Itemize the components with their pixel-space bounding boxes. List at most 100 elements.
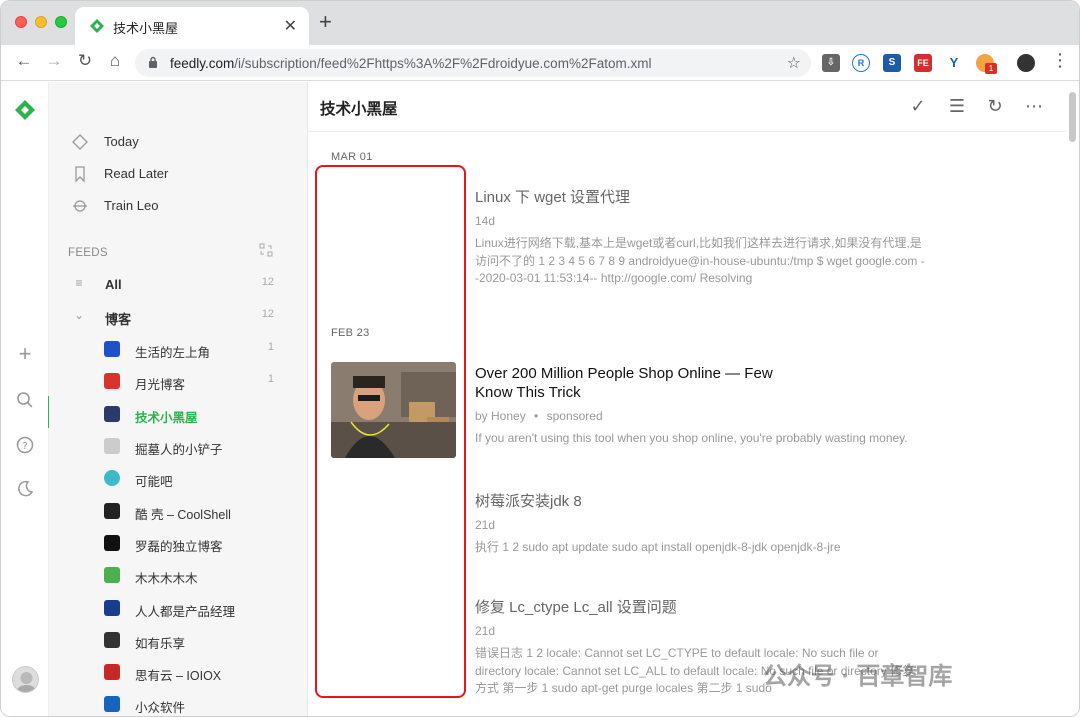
s-extension-icon[interactable]: S bbox=[883, 54, 901, 72]
tab-bar: 技术小黑屋 ✕ + bbox=[1, 1, 1079, 45]
svg-text:?: ? bbox=[22, 441, 27, 452]
minimize-window-button[interactable] bbox=[35, 16, 47, 28]
subscription-count: 1 bbox=[267, 341, 274, 353]
feed-favicon-icon bbox=[104, 503, 120, 519]
article-age: 21d bbox=[475, 624, 496, 638]
r-extension-icon[interactable]: R bbox=[852, 54, 870, 72]
subscription-item[interactable]: 可能吧 bbox=[49, 462, 307, 494]
feed-favicon-icon bbox=[104, 567, 120, 583]
feeds-sidebar: Today Read Later Train Leo FEEDS ≡ All 1… bbox=[49, 82, 308, 716]
organize-feeds-icon[interactable] bbox=[259, 243, 273, 257]
night-mode-moon-icon[interactable] bbox=[15, 479, 35, 499]
highlight-annotation-box bbox=[315, 165, 466, 698]
feedly-logo-icon[interactable] bbox=[14, 99, 36, 121]
nav-today-label: Today bbox=[104, 134, 139, 149]
new-tab-button[interactable]: + bbox=[319, 11, 332, 33]
article-item[interactable]: Linux 下 wget 设置代理 14d Linux进行网络下载,基本上是wg… bbox=[475, 188, 925, 288]
article-title[interactable]: 树莓派安装jdk 8 bbox=[475, 492, 925, 511]
subscription-item[interactable]: 思有云 – IOIOX bbox=[49, 656, 307, 688]
feed-favicon-icon bbox=[104, 341, 120, 357]
nav-today[interactable]: Today bbox=[49, 126, 307, 158]
subscription-label: 掘墓人的小铲子 bbox=[135, 443, 223, 457]
back-arrow-icon[interactable]: ← bbox=[13, 51, 35, 71]
download-extension-icon[interactable]: ⇩ bbox=[822, 54, 840, 72]
article-title[interactable]: 修复 Lc_ctype Lc_all 设置问题 bbox=[475, 598, 925, 617]
subscription-item[interactable]: 小众软件 bbox=[49, 688, 307, 716]
scrollbar[interactable] bbox=[1069, 92, 1076, 142]
tab-close-icon[interactable]: ✕ bbox=[284, 16, 297, 36]
bookmark-icon bbox=[75, 166, 85, 183]
url-text: feedly.com/i/subscription/feed%2Fhttps%3… bbox=[170, 56, 652, 71]
more-options-icon[interactable]: ⋯ bbox=[1023, 95, 1045, 117]
chevron-down-icon[interactable]: ⌄ bbox=[71, 308, 87, 322]
page-title: 技术小黑屋 bbox=[320, 101, 398, 118]
feed-group-count: 12 bbox=[261, 308, 274, 320]
browser-menu-icon[interactable]: ⋮ bbox=[1051, 50, 1069, 71]
subscription-item[interactable]: 月光博客 1 bbox=[49, 365, 307, 397]
sponsored-article-item[interactable]: Over 200 Million People Shop Online — Fe… bbox=[475, 364, 908, 448]
nav-read-later[interactable]: Read Later bbox=[49, 158, 307, 190]
nav-read-later-label: Read Later bbox=[104, 166, 169, 181]
search-icon[interactable] bbox=[15, 390, 35, 410]
subscription-label: 小众软件 bbox=[135, 701, 186, 715]
feed-all[interactable]: ≡ All 12 bbox=[49, 268, 307, 300]
subscription-label: 思有云 – IOIOX bbox=[135, 669, 222, 683]
feedly-favicon-icon bbox=[90, 19, 104, 33]
feed-all-label: All bbox=[105, 277, 122, 292]
subscription-item[interactable]: 生活的左上角 1 bbox=[49, 333, 307, 365]
subscription-label: 可能吧 bbox=[135, 475, 173, 489]
user-avatar[interactable] bbox=[12, 666, 39, 693]
article-title[interactable]: Linux 下 wget 设置代理 bbox=[475, 188, 925, 207]
help-icon[interactable]: ? bbox=[15, 435, 35, 455]
bookmark-star-icon[interactable]: ☆ bbox=[787, 53, 801, 73]
subscription-item[interactable]: 如有乐享 bbox=[49, 624, 307, 656]
browser-tab[interactable]: 技术小黑屋 ✕ bbox=[75, 7, 309, 45]
feed-favicon-icon bbox=[104, 406, 120, 422]
refresh-icon[interactable]: ↻ bbox=[984, 95, 1006, 117]
list-icon: ≡ bbox=[75, 276, 83, 290]
add-content-icon[interactable]: + bbox=[15, 343, 35, 365]
profile-avatar[interactable] bbox=[1017, 54, 1035, 72]
article-summary: If you aren't using this tool when you s… bbox=[475, 431, 908, 445]
subscription-item[interactable]: 人人都是产品经理 bbox=[49, 592, 307, 624]
feed-favicon-icon bbox=[104, 438, 120, 454]
subscription-label: 生活的左上角 bbox=[135, 346, 211, 360]
article-meta: by Honey • sponsored bbox=[475, 409, 795, 423]
date-header: MAR 01 bbox=[331, 151, 373, 163]
left-rail: + ? bbox=[1, 82, 51, 716]
subscription-item[interactable]: 掘墓人的小铲子 bbox=[49, 430, 307, 462]
reload-icon[interactable]: ↻ bbox=[74, 51, 96, 71]
article-age: 21d bbox=[475, 518, 496, 532]
y-extension-icon[interactable]: Y bbox=[945, 54, 963, 72]
subscription-label: 技术小黑屋 bbox=[135, 411, 198, 425]
leo-robot-icon bbox=[73, 200, 87, 212]
fe-extension-icon[interactable]: FE bbox=[914, 54, 932, 72]
subscription-label: 酷 壳 – CoolShell bbox=[135, 508, 231, 522]
maximize-window-button[interactable] bbox=[55, 16, 67, 28]
article-summary: Linux进行网络下载,基本上是wget或者curl,比如我们这样去进行请求,如… bbox=[475, 236, 925, 285]
feed-favicon-icon bbox=[104, 470, 120, 486]
mark-as-read-check-icon[interactable]: ✓ bbox=[907, 95, 929, 117]
feed-group[interactable]: ⌄ 博客 12 bbox=[49, 300, 307, 332]
feed-favicon-icon bbox=[104, 373, 120, 389]
forward-arrow-icon[interactable]: → bbox=[43, 51, 65, 71]
subscription-label: 木木木木木 bbox=[135, 572, 198, 586]
subscription-item[interactable]: 木木木木木 bbox=[49, 559, 307, 591]
subscription-item[interactable]: 罗磊的独立博客 bbox=[49, 527, 307, 559]
nav-train-leo[interactable]: Train Leo bbox=[49, 190, 307, 222]
feed-favicon-icon bbox=[104, 535, 120, 551]
article-title[interactable]: Over 200 Million People Shop Online — Fe… bbox=[475, 364, 795, 402]
article-item[interactable]: 树莓派安装jdk 8 21d 执行 1 2 sudo apt update su… bbox=[475, 492, 925, 557]
lock-icon bbox=[149, 56, 157, 68]
home-icon[interactable]: ⌂ bbox=[104, 51, 126, 71]
subscription-item[interactable]: 酷 壳 – CoolShell bbox=[49, 495, 307, 527]
address-bar[interactable]: feedly.com/i/subscription/feed%2Fhttps%3… bbox=[135, 49, 811, 77]
feeds-header: FEEDS bbox=[68, 247, 108, 259]
feed-favicon-icon bbox=[104, 664, 120, 680]
avatar-icon bbox=[16, 672, 37, 692]
tab-title: 技术小黑屋 bbox=[113, 21, 179, 36]
close-window-button[interactable] bbox=[15, 16, 27, 28]
subscription-item-active[interactable]: 技术小黑屋 bbox=[49, 398, 307, 430]
article-author: by Honey bbox=[475, 409, 526, 423]
layout-list-icon[interactable]: ☰ bbox=[946, 95, 968, 117]
